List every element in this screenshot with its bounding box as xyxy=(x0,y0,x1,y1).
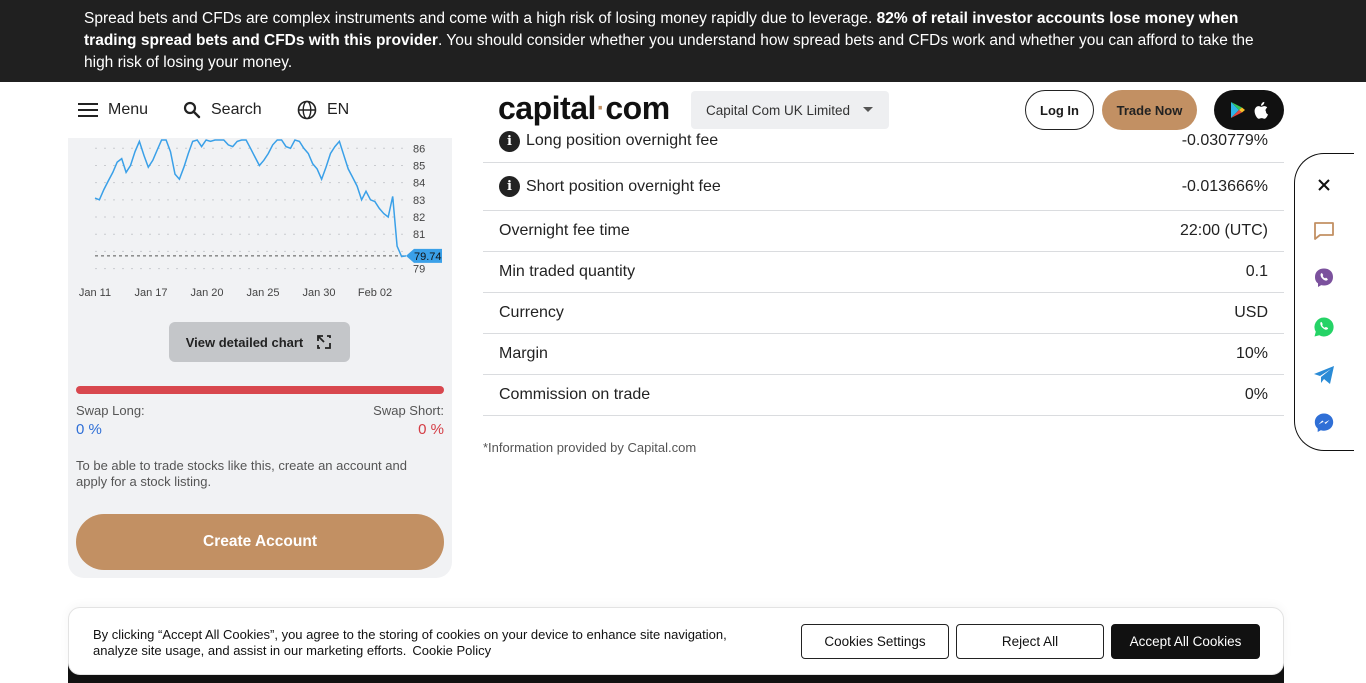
current-price-label: 79.74 xyxy=(414,251,442,263)
page: Spread bets and CFDs are complex instrum… xyxy=(0,0,1366,683)
risk-warning-banner: Spread bets and CFDs are complex instrum… xyxy=(0,0,1366,82)
close-icon xyxy=(1318,179,1330,191)
row-label: Long position overnight fee xyxy=(526,132,719,149)
swap-long-value: 0 % xyxy=(76,421,102,438)
row-label: Overnight fee time xyxy=(499,222,630,239)
chat-icon xyxy=(1314,222,1334,240)
close-social-button[interactable] xyxy=(1311,172,1337,198)
x-tick-label: Jan 11 xyxy=(79,287,111,299)
expand-icon xyxy=(317,335,332,349)
x-tick-label: Feb 02 xyxy=(358,287,392,299)
y-tick-label: 79 xyxy=(413,264,425,276)
view-detailed-chart-button[interactable]: View detailed chart xyxy=(169,322,350,362)
cookie-text: By clicking “Accept All Cookies”, you ag… xyxy=(93,627,727,658)
row-value: 22:00 (UTC) xyxy=(1179,222,1268,239)
messenger-button[interactable] xyxy=(1311,410,1337,436)
x-tick-label: Jan 17 xyxy=(134,287,167,299)
swap-ratio-bar xyxy=(76,386,444,394)
row-label: Min traded quantity xyxy=(499,263,636,280)
menu-icon xyxy=(78,103,98,117)
social-contact-bar xyxy=(1294,153,1354,451)
swap-short-value: 0 % xyxy=(418,421,444,438)
chart-grid xyxy=(95,147,403,270)
row-value: 0% xyxy=(1244,386,1268,403)
row-value: USD xyxy=(1234,304,1268,321)
google-play-icon xyxy=(1230,102,1245,118)
table-row: Overnight fee time 22:00 (UTC) xyxy=(483,211,1284,252)
row-label: Commission on trade xyxy=(499,386,651,403)
chevron-down-icon xyxy=(863,107,873,112)
telegram-button[interactable] xyxy=(1311,362,1337,388)
trading-details-table: i Long position overnight fee -0.030779% … xyxy=(483,120,1284,416)
globe-icon xyxy=(297,100,317,120)
cookie-consent-text: By clicking “Accept All Cookies”, you ag… xyxy=(93,627,773,659)
info-icon[interactable]: i xyxy=(499,130,520,152)
create-account-button[interactable]: Create Account xyxy=(76,514,444,570)
chat-button[interactable] xyxy=(1311,218,1337,244)
row-label: Margin xyxy=(499,345,548,362)
telegram-icon xyxy=(1314,366,1334,384)
row-value: -0.030779% xyxy=(1181,132,1268,149)
information-disclaimer: *Information provided by Capital.com xyxy=(483,440,697,455)
view-detailed-chart-label: View detailed chart xyxy=(185,334,304,350)
x-tick-label: Jan 25 xyxy=(246,287,279,299)
search-icon xyxy=(183,101,201,119)
row-label: Short position overnight fee xyxy=(526,177,721,195)
price-series-line xyxy=(94,139,407,258)
whatsapp-icon xyxy=(1314,317,1334,337)
y-tick-label: 83 xyxy=(413,195,425,207)
table-row: Margin 10% xyxy=(483,334,1284,375)
swap-short-label: Swap Short: xyxy=(373,403,444,418)
y-tick-label: 85 xyxy=(413,160,425,172)
row-value: -0.013666% xyxy=(1181,177,1268,195)
table-row: Currency USD xyxy=(483,293,1284,334)
info-icon[interactable]: i xyxy=(499,176,520,197)
row-value: 10% xyxy=(1235,345,1268,362)
whatsapp-button[interactable] xyxy=(1311,314,1337,340)
x-axis-ticks: Jan 11 Jan 17 Jan 20 Jan 25 Jan 30 Feb 02 xyxy=(79,287,392,299)
product-card: 86 85 84 83 82 81 79 Jan 11 Jan 17 Jan 20 Jan 25 J… xyxy=(68,138,452,578)
risk-text-start: Spread bets and CFDs are complex instrum… xyxy=(84,10,877,27)
accept-all-cookies-button[interactable]: Accept All Cookies xyxy=(1111,624,1260,659)
entity-selected-value: Capital Com UK Limited xyxy=(706,102,851,118)
current-price-tag: 79.74 xyxy=(406,248,442,263)
table-row: i Long position overnight fee -0.030779% xyxy=(483,120,1284,163)
table-row: Commission on trade 0% xyxy=(483,375,1284,416)
logo-dot: · xyxy=(596,95,605,122)
language-label: EN xyxy=(327,101,350,118)
menu-label: Menu xyxy=(108,101,149,118)
search-label: Search xyxy=(211,101,262,118)
y-tick-label: 86 xyxy=(413,143,425,155)
language-selector[interactable]: EN xyxy=(297,82,349,138)
menu-button[interactable]: Menu xyxy=(78,82,148,138)
cookies-settings-button[interactable]: Cookies Settings xyxy=(801,624,949,659)
search-button[interactable]: Search xyxy=(183,82,262,138)
viber-icon xyxy=(1315,268,1333,287)
row-value: 0.1 xyxy=(1245,263,1268,280)
swap-long-label: Swap Long: xyxy=(76,403,145,418)
viber-button[interactable] xyxy=(1311,265,1337,291)
price-chart[interactable]: 86858483828179 Jan 11 Jan 17 Jan 20 Jan 25 J… xyxy=(68,138,452,308)
x-tick-label: Jan 20 xyxy=(190,287,223,299)
table-row: i Short position overnight fee -0.013666% xyxy=(483,163,1284,211)
row-label: Currency xyxy=(499,304,564,321)
y-tick-label: 81 xyxy=(413,229,425,241)
cookie-consent-banner: By clicking “Accept All Cookies”, you ag… xyxy=(68,607,1284,675)
x-tick-label: Jan 30 xyxy=(302,287,335,299)
messenger-icon xyxy=(1314,413,1334,432)
table-row: Min traded quantity 0.1 xyxy=(483,252,1284,293)
stock-listing-note: To be able to trade stocks like this, cr… xyxy=(76,458,407,489)
apple-icon xyxy=(1254,101,1268,119)
cookie-policy-link[interactable]: Cookie Policy xyxy=(412,643,491,658)
reject-all-button[interactable]: Reject All xyxy=(956,624,1104,659)
y-tick-label: 82 xyxy=(413,212,425,224)
y-tick-label: 84 xyxy=(413,178,425,190)
